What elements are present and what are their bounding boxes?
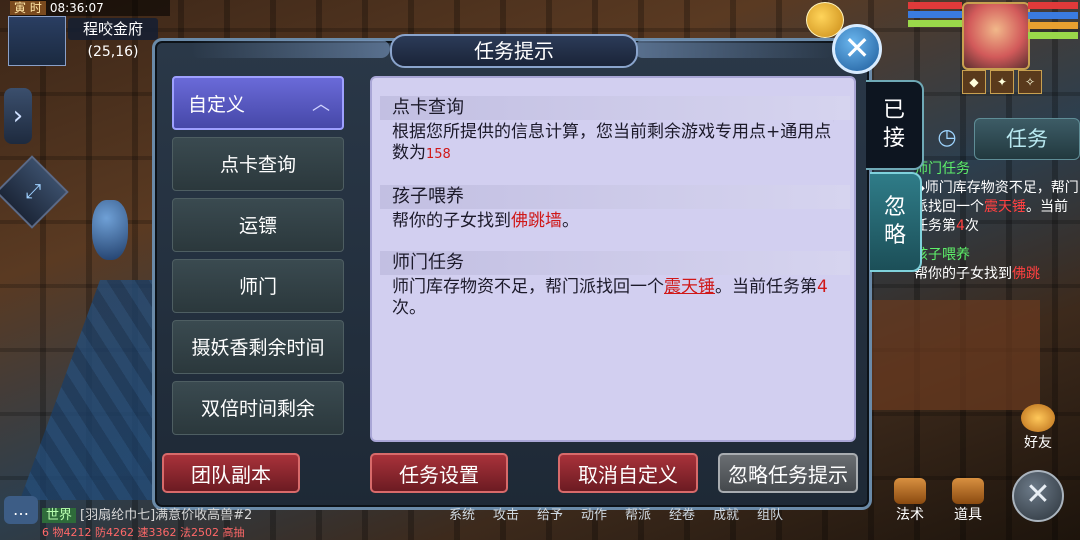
- magic-button[interactable]: 法术: [886, 478, 934, 524]
- tracker-text: ◆师门库存物资不足，帮门派找回一个震天锤。当前任务第4次: [914, 180, 1079, 234]
- location-coords: (25,16): [87, 44, 139, 60]
- menu-item-sect[interactable]: 师门: [172, 259, 344, 313]
- time-tag: 寅 时: [10, 1, 46, 15]
- tracker-title: 师门任务: [914, 161, 970, 177]
- menu-item-label: 自定义: [188, 94, 246, 116]
- quest-tracker[interactable]: 师门任务 ◆师门库存物资不足，帮门派找回一个震天锤。当前任务第4次 孩子喂养 帮…: [914, 160, 1080, 320]
- title-decoration: [634, 40, 834, 58]
- decor-vase: [92, 200, 128, 260]
- treasure-chest-icon: [952, 478, 984, 504]
- chat-message[interactable]: 6 物4212 防4262 速3362 法2502 高抽: [42, 525, 322, 540]
- buff-icon[interactable]: ◆: [962, 70, 986, 94]
- menu-team[interactable]: 组队: [748, 504, 792, 526]
- buff-icon[interactable]: ✧: [1018, 70, 1042, 94]
- close-icon[interactable]: ✕: [832, 24, 882, 74]
- magic-icon: [894, 478, 926, 504]
- dialog-title: 任务提示: [390, 34, 638, 68]
- menu-action[interactable]: 动作: [572, 504, 616, 526]
- tracker-title: 孩子喂养: [914, 247, 970, 263]
- team-dungeon-button[interactable]: 团队副本: [162, 453, 300, 493]
- location-name: 程咬金府: [68, 18, 158, 40]
- section-title: 孩子喂养: [380, 185, 850, 209]
- menu-system[interactable]: 系统: [440, 504, 484, 526]
- item-link[interactable]: 震天锤: [664, 277, 715, 297]
- tracker-text: 帮你的子女找到佛跳: [914, 266, 1040, 282]
- character-avatar[interactable]: [962, 2, 1030, 70]
- task-settings-button[interactable]: 任务设置: [370, 453, 508, 493]
- cancel-custom-button[interactable]: 取消自定义: [558, 453, 698, 493]
- menu-scroll[interactable]: 经卷: [660, 504, 704, 526]
- section-sect-task: 师门任务 师门库存物资不足，帮门派找回一个震天锤。当前任务第4次。: [380, 251, 850, 319]
- points-value: 158: [426, 147, 451, 162]
- menu-attack[interactable]: 攻击: [484, 504, 528, 526]
- cancel-x-icon[interactable]: ✕: [1012, 470, 1064, 522]
- expand-left-arrow-icon[interactable]: ›: [4, 88, 32, 144]
- item-name: 佛跳墙: [511, 211, 562, 231]
- section-body: 帮你的子女找到佛跳墙。: [392, 211, 579, 231]
- task-tracker-button[interactable]: 任务: [974, 118, 1080, 160]
- menu-item-custom[interactable]: 自定义 ︿: [172, 76, 344, 130]
- section-title: 师门任务: [380, 251, 850, 275]
- section-point-card: 点卡查询 根据您所提供的信息计算，您当前剩余游戏专用点+通用点数为158: [380, 96, 850, 165]
- buff-icons: ◆ ✦ ✧: [962, 70, 1042, 94]
- buff-icon[interactable]: ✦: [990, 70, 1014, 94]
- menu-guild[interactable]: 帮派: [616, 504, 660, 526]
- chat-bubble-icon[interactable]: …: [4, 496, 38, 524]
- chat-channel: 世界: [42, 508, 77, 523]
- hint-content-panel: 点卡查询 根据您所提供的信息计算，您当前剩余游戏专用点+通用点数为158 孩子喂…: [370, 76, 856, 442]
- tab-ignored[interactable]: 忽略: [870, 172, 922, 272]
- menu-item-point-card[interactable]: 点卡查询: [172, 137, 344, 191]
- tab-accepted[interactable]: 已接: [866, 80, 924, 170]
- menu-achievement[interactable]: 成就: [704, 504, 748, 526]
- time-value: 08:36:07: [49, 1, 104, 15]
- chevron-up-icon: ︿: [312, 94, 330, 115]
- handshake-icon: [1021, 404, 1055, 432]
- hint-category-menu: 自定义 ︿ 点卡查询 运镖 师门 摄妖香剩余时间 双倍时间剩余: [172, 76, 344, 442]
- section-body: 根据您所提供的信息计算，您当前剩余游戏专用点+通用点数为158: [392, 122, 832, 163]
- chat-message[interactable]: 世界 [羽扇纶巾七]满意价收高兽#2: [42, 506, 312, 526]
- menu-item-escort[interactable]: 运镖: [172, 198, 344, 252]
- character-status-bars: [1028, 2, 1078, 42]
- menu-item-incense-time[interactable]: 摄妖香剩余时间: [172, 320, 344, 374]
- clock-icon[interactable]: ◷: [926, 120, 968, 156]
- items-button[interactable]: 道具: [944, 478, 992, 524]
- ignore-hint-button[interactable]: 忽略任务提示: [718, 453, 858, 493]
- game-time: 寅 时 08:36:07: [10, 0, 170, 16]
- location-hud: 寅 时 08:36:07 程咬金府 (25,16): [0, 0, 170, 66]
- minimap-button[interactable]: [8, 16, 66, 66]
- menu-give[interactable]: 给予: [528, 504, 572, 526]
- friends-button[interactable]: 好友: [1016, 404, 1060, 454]
- menu-item-double-time[interactable]: 双倍时间剩余: [172, 381, 344, 435]
- section-child-feeding: 孩子喂养 帮你的子女找到佛跳墙。: [380, 185, 850, 232]
- title-decoration: [190, 40, 390, 58]
- pet-status-bars: [908, 2, 962, 36]
- section-title: 点卡查询: [380, 96, 850, 120]
- section-body: 师门库存物资不足，帮门派找回一个震天锤。当前任务第4次。: [392, 277, 828, 318]
- bottom-menu-bar: 系统 攻击 给予 动作 帮派 经卷 成就 组队: [440, 504, 940, 526]
